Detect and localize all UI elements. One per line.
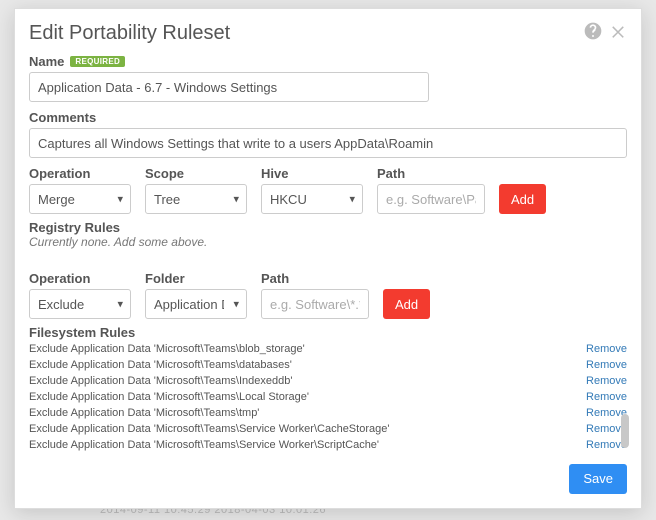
comments-input[interactable] bbox=[29, 128, 627, 158]
save-button[interactable]: Save bbox=[569, 464, 627, 494]
reg-scope-label: Scope bbox=[145, 166, 247, 181]
fs-path-input[interactable] bbox=[261, 289, 369, 319]
fs-add-button[interactable]: Add bbox=[383, 289, 430, 319]
fs-folder-label: Folder bbox=[145, 271, 247, 286]
filesystem-rule-text: Exclude Application Data 'Microsoft\Team… bbox=[29, 406, 259, 422]
remove-link[interactable]: Remove bbox=[586, 358, 627, 374]
reg-operation-label: Operation bbox=[29, 166, 131, 181]
modal-title: Edit Portability Ruleset bbox=[29, 22, 230, 45]
fs-operation-label: Operation bbox=[29, 271, 131, 286]
fs-operation-select[interactable] bbox=[29, 289, 131, 319]
remove-link[interactable]: Remove bbox=[586, 390, 627, 406]
filesystem-rule-text: Exclude Application Data 'Microsoft\Team… bbox=[29, 374, 292, 390]
comments-label: Comments bbox=[29, 110, 627, 125]
filesystem-rule-text: Exclude Application Data 'Microsoft\Team… bbox=[29, 358, 292, 374]
filesystem-rule-text: Exclude Application Data 'Microsoft\Team… bbox=[29, 342, 305, 358]
filesystem-rule-row: Exclude Application Data 'Microsoft\Team… bbox=[29, 438, 627, 454]
remove-link[interactable]: Remove bbox=[586, 374, 627, 390]
filesystem-rule-row: Exclude Application Data 'Microsoft\Team… bbox=[29, 406, 627, 422]
filesystem-rule-text: Exclude Application Data 'Microsoft\Team… bbox=[29, 422, 389, 438]
remove-link[interactable]: Remove bbox=[586, 342, 627, 358]
reg-hive-select[interactable] bbox=[261, 184, 363, 214]
filesystem-rule-row: Exclude Application Data 'Microsoft\Team… bbox=[29, 422, 627, 438]
edit-ruleset-modal: Edit Portability Ruleset Name REQUIRED C… bbox=[14, 8, 642, 509]
fs-folder-select[interactable] bbox=[145, 289, 247, 319]
name-label: Name REQUIRED bbox=[29, 54, 627, 69]
name-label-text: Name bbox=[29, 54, 64, 69]
reg-scope-select[interactable] bbox=[145, 184, 247, 214]
reg-operation-select[interactable] bbox=[29, 184, 131, 214]
help-icon[interactable] bbox=[583, 21, 603, 46]
close-icon[interactable] bbox=[609, 22, 627, 45]
registry-rules-label: Registry Rules bbox=[29, 220, 627, 235]
filesystem-rule-row: Exclude Application Data 'Microsoft\Team… bbox=[29, 374, 627, 390]
filesystem-rules-label: Filesystem Rules bbox=[29, 325, 627, 340]
required-badge: REQUIRED bbox=[70, 56, 125, 67]
filesystem-rule-row: Exclude Application Data 'Microsoft\Team… bbox=[29, 342, 627, 358]
reg-hive-label: Hive bbox=[261, 166, 363, 181]
filesystem-rule-text: Exclude Application Data 'Microsoft\Team… bbox=[29, 390, 309, 406]
fs-path-label: Path bbox=[261, 271, 369, 286]
filesystem-rules-list: Exclude Application Data 'Microsoft\Team… bbox=[29, 342, 627, 454]
filesystem-rule-text: Exclude Application Data 'Microsoft\Team… bbox=[29, 438, 379, 454]
filesystem-rule-row: Exclude Application Data 'Microsoft\Team… bbox=[29, 358, 627, 374]
filesystem-rule-row: Exclude Application Data 'Microsoft\Team… bbox=[29, 390, 627, 406]
reg-add-button[interactable]: Add bbox=[499, 184, 546, 214]
reg-path-input[interactable] bbox=[377, 184, 485, 214]
scrollbar-thumb[interactable] bbox=[621, 414, 629, 448]
reg-path-label: Path bbox=[377, 166, 485, 181]
registry-rules-none: Currently none. Add some above. bbox=[29, 235, 627, 249]
name-input[interactable] bbox=[29, 72, 429, 102]
